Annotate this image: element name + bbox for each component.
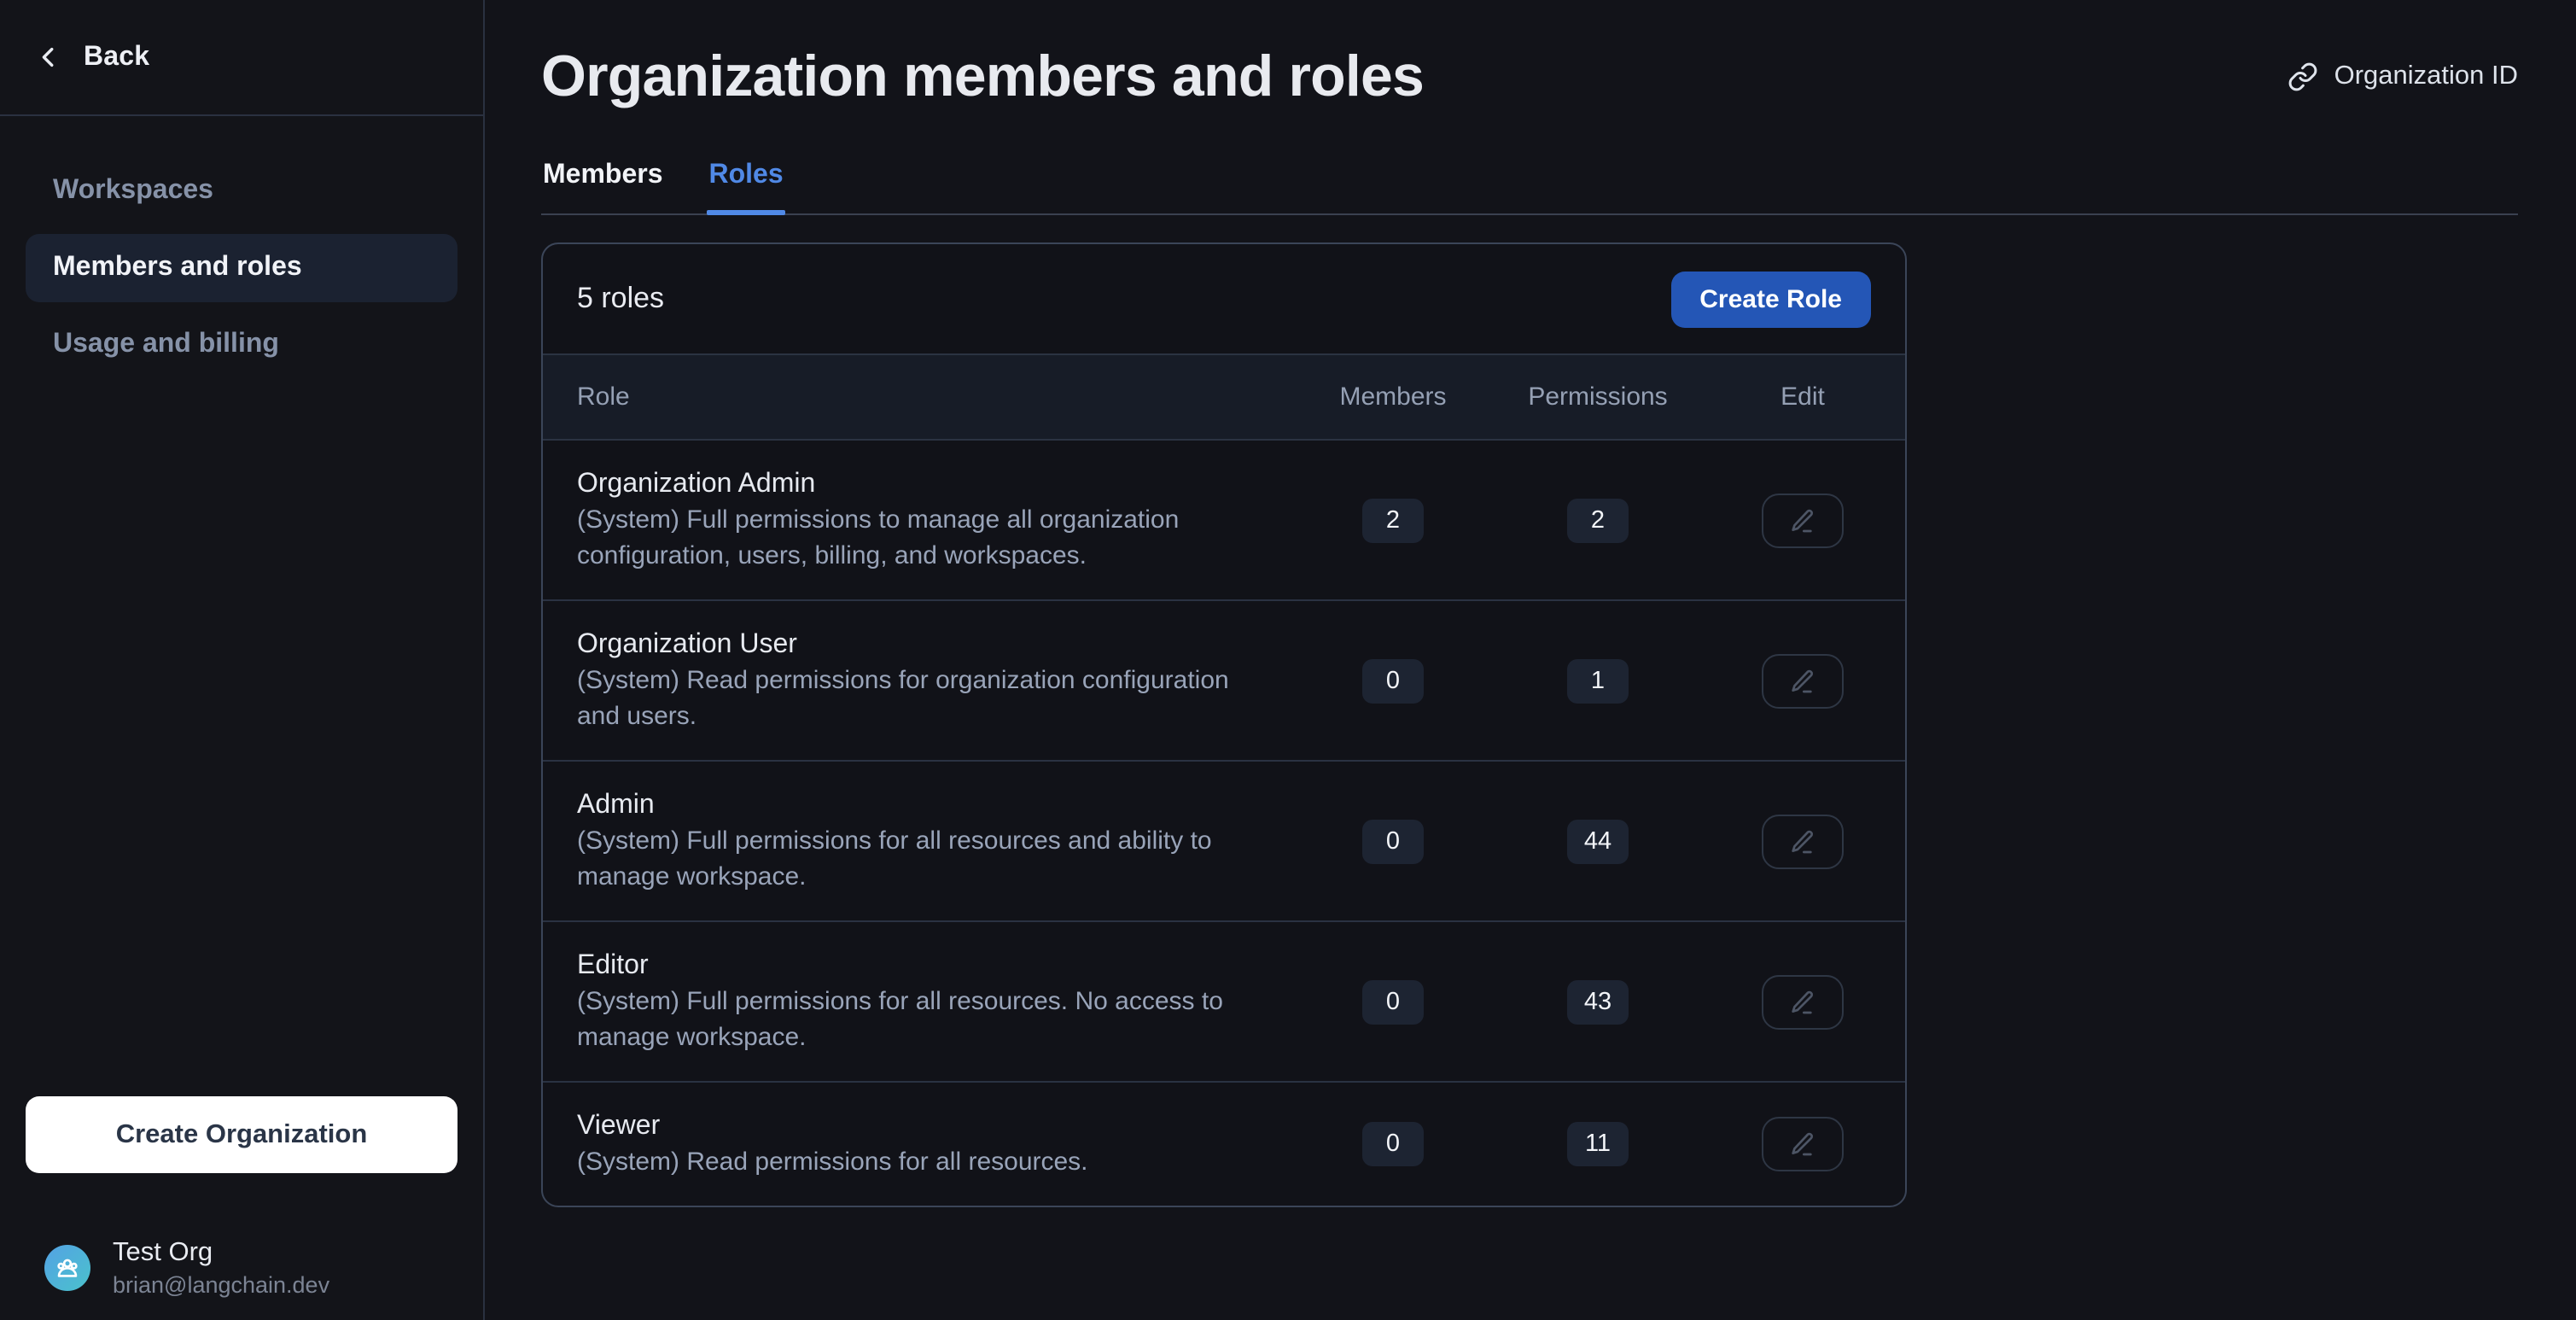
- edit-role-button[interactable]: [1762, 814, 1844, 868]
- permissions-count-badge: 43: [1567, 979, 1629, 1024]
- role-description: (System) Read permissions for organizati…: [577, 663, 1277, 734]
- sidebar-nav: Workspaces Members and roles Usage and b…: [0, 157, 483, 379]
- role-name: Organization User: [577, 627, 1277, 663]
- members-count-badge: 0: [1362, 979, 1424, 1024]
- org-email: brian@langchain.dev: [113, 1270, 329, 1300]
- table-header: Role Members Permissions Edit: [543, 355, 1905, 441]
- main-content: Organization members and roles Organizat…: [487, 0, 2576, 1320]
- members-count-badge: 2: [1362, 498, 1424, 542]
- table-row: Viewer (System) Read permissions for all…: [543, 1083, 1905, 1206]
- sidebar-item-label: Members and roles: [53, 253, 302, 283]
- org-name: Test Org: [113, 1236, 329, 1269]
- members-cell: 0: [1291, 1122, 1495, 1166]
- table-row: Editor (System) Full permissions for all…: [543, 922, 1905, 1083]
- column-header-role: Role: [543, 383, 1291, 412]
- members-cell: 0: [1291, 979, 1495, 1024]
- members-cell: 2: [1291, 498, 1495, 542]
- permissions-count-badge: 11: [1567, 1122, 1629, 1166]
- app-window: Back Workspaces Members and roles Usage …: [0, 0, 2576, 1320]
- tab-bar: Members Roles: [541, 161, 2518, 215]
- pencil-icon: [1789, 827, 1816, 855]
- column-header-permissions: Permissions: [1495, 383, 1700, 412]
- create-role-button[interactable]: Create Role: [1670, 271, 1871, 327]
- edit-cell: [1700, 1117, 1905, 1171]
- edit-role-button[interactable]: [1762, 653, 1844, 708]
- edit-cell: [1700, 493, 1905, 547]
- role-description: (System) Read permissions for all resour…: [577, 1144, 1277, 1180]
- members-count-badge: 0: [1362, 819, 1424, 863]
- permissions-cell: 11: [1495, 1122, 1700, 1166]
- members-cell: 0: [1291, 658, 1495, 703]
- back-button[interactable]: Back: [0, 0, 483, 116]
- sidebar-footer: Create Organization Test Org brian@langc…: [0, 1096, 483, 1320]
- link-icon: [2288, 61, 2319, 92]
- edit-role-button[interactable]: [1762, 1117, 1844, 1171]
- role-name: Editor: [577, 948, 1277, 984]
- people-group-icon: [53, 1253, 82, 1282]
- permissions-count-badge: 2: [1567, 498, 1629, 542]
- tab-members[interactable]: Members: [541, 161, 665, 213]
- table-row: Organization User (System) Read permissi…: [543, 601, 1905, 762]
- role-cell: Organization User (System) Read permissi…: [543, 627, 1291, 734]
- org-identity: Test Org brian@langchain.dev: [113, 1236, 329, 1300]
- organization-switcher[interactable]: Test Org brian@langchain.dev: [44, 1236, 458, 1300]
- permissions-count-badge: 1: [1567, 658, 1629, 703]
- sidebar-item-usage-and-billing[interactable]: Usage and billing: [26, 311, 458, 379]
- permissions-count-badge: 44: [1567, 819, 1629, 863]
- pencil-icon: [1789, 1130, 1816, 1158]
- page-header: Organization members and roles Organizat…: [541, 41, 2518, 113]
- permissions-cell: 43: [1495, 979, 1700, 1024]
- column-header-members: Members: [1291, 383, 1495, 412]
- edit-role-button[interactable]: [1762, 493, 1844, 547]
- permissions-cell: 44: [1495, 819, 1700, 863]
- page-title: Organization members and roles: [541, 41, 1424, 113]
- permissions-cell: 1: [1495, 658, 1700, 703]
- back-label: Back: [84, 42, 149, 73]
- edit-cell: [1700, 653, 1905, 708]
- edit-cell: [1700, 814, 1905, 868]
- sidebar-item-label: Usage and billing: [53, 330, 279, 360]
- role-name: Admin: [577, 787, 1277, 823]
- edit-role-button[interactable]: [1762, 974, 1844, 1029]
- organization-id-label: Organization ID: [2334, 61, 2518, 92]
- role-description: (System) Full permissions to manage all …: [577, 502, 1277, 574]
- role-cell: Admin (System) Full permissions for all …: [543, 787, 1291, 895]
- role-cell: Viewer (System) Read permissions for all…: [543, 1108, 1291, 1180]
- sidebar-item-label: Workspaces: [53, 176, 213, 207]
- members-cell: 0: [1291, 819, 1495, 863]
- members-count-badge: 0: [1362, 658, 1424, 703]
- role-cell: Organization Admin (System) Full permiss…: [543, 466, 1291, 574]
- organization-id-link[interactable]: Organization ID: [2288, 61, 2518, 92]
- members-count-badge: 0: [1362, 1122, 1424, 1166]
- role-description: (System) Full permissions for all resour…: [577, 984, 1277, 1055]
- chevron-left-icon: [36, 44, 61, 70]
- create-organization-button[interactable]: Create Organization: [26, 1096, 458, 1173]
- edit-cell: [1700, 974, 1905, 1029]
- pencil-icon: [1789, 506, 1816, 534]
- role-description: (System) Full permissions for all resour…: [577, 823, 1277, 895]
- permissions-cell: 2: [1495, 498, 1700, 542]
- roles-card: 5 roles Create Role Role Members Permiss…: [541, 242, 1907, 1207]
- table-row: Admin (System) Full permissions for all …: [543, 762, 1905, 922]
- roles-card-header: 5 roles Create Role: [543, 244, 1905, 355]
- sidebar-item-members-and-roles[interactable]: Members and roles: [26, 234, 458, 302]
- tab-roles[interactable]: Roles: [708, 161, 785, 213]
- column-header-edit: Edit: [1700, 383, 1905, 412]
- roles-count: 5 roles: [577, 282, 664, 316]
- sidebar: Back Workspaces Members and roles Usage …: [0, 0, 485, 1320]
- sidebar-item-workspaces[interactable]: Workspaces: [26, 157, 458, 225]
- org-avatar: [44, 1245, 90, 1291]
- role-name: Organization Admin: [577, 466, 1277, 502]
- role-cell: Editor (System) Full permissions for all…: [543, 948, 1291, 1055]
- pencil-icon: [1789, 988, 1816, 1015]
- table-row: Organization Admin (System) Full permiss…: [543, 441, 1905, 601]
- role-name: Viewer: [577, 1108, 1277, 1144]
- pencil-icon: [1789, 667, 1816, 694]
